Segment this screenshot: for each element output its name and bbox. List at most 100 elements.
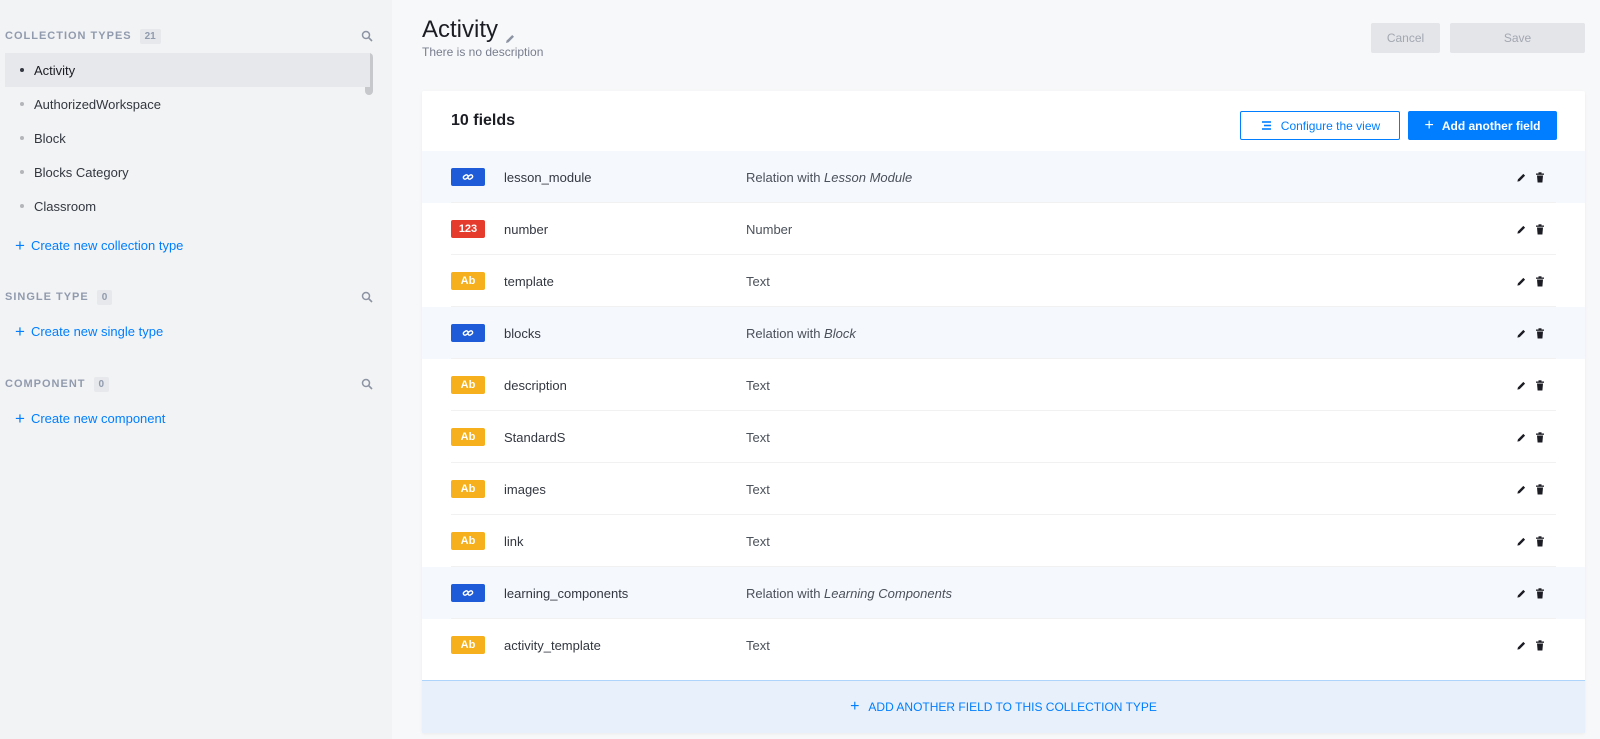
create-collection-type-label: Create new collection type	[30, 238, 184, 253]
relation-target: Block	[824, 325, 856, 341]
edit-icon[interactable]	[1516, 328, 1527, 339]
single-type-title: SINGLE TYPE	[5, 291, 89, 303]
edit-icon[interactable]	[1516, 276, 1527, 287]
component-header: COMPONENT 0	[5, 374, 375, 394]
collection-types-list: Activity AuthorizedWorkspace Block Block…	[5, 53, 370, 223]
search-icon[interactable]	[361, 29, 375, 43]
create-single-type-label: Create new single type	[30, 324, 164, 339]
edit-icon[interactable]	[504, 24, 516, 43]
sidebar-item-classroom[interactable]: Classroom	[5, 189, 370, 223]
table-row[interactable]: learning_components Relation with Learnin…	[422, 567, 1585, 619]
field-type-label: Text	[746, 429, 770, 445]
create-single-type-link[interactable]: + Create new single type	[15, 323, 163, 340]
fields-count: 10 fields	[451, 112, 516, 129]
bullet-icon	[20, 68, 24, 72]
edit-icon[interactable]	[1516, 172, 1527, 183]
table-row[interactable]: Ab description Text	[422, 359, 1585, 411]
row-actions	[1516, 223, 1545, 235]
create-collection-type-link[interactable]: + Create new collection type	[15, 237, 183, 254]
trash-icon[interactable]	[1535, 327, 1545, 339]
configure-view-button[interactable]: Configure the view	[1240, 111, 1400, 140]
plus-icon: +	[850, 698, 860, 715]
table-row[interactable]: Ab link Text	[422, 515, 1585, 567]
plus-icon: +	[15, 236, 25, 255]
save-button[interactable]: Save	[1450, 23, 1585, 53]
collection-types-title: COLLECTION TYPES	[5, 30, 132, 42]
trash-icon[interactable]	[1535, 639, 1545, 651]
table-row[interactable]: 123 number Number	[422, 203, 1585, 255]
field-type: Relation with Learning Components	[746, 586, 952, 601]
sidebar-item-blocks-category[interactable]: Blocks Category	[5, 155, 370, 189]
table-row[interactable]: Ab images Text	[422, 463, 1585, 515]
field-name: number	[504, 221, 549, 237]
trash-icon[interactable]	[1535, 535, 1545, 547]
cancel-button[interactable]: Cancel	[1371, 23, 1440, 53]
configure-icon	[1261, 121, 1271, 130]
sidebar-item-block[interactable]: Block	[5, 121, 370, 155]
edit-icon[interactable]	[1516, 484, 1527, 495]
fields-table: lesson_module Relation with Lesson Module…	[422, 151, 1585, 671]
trash-icon[interactable]	[1535, 171, 1545, 183]
edit-icon[interactable]	[1516, 380, 1527, 391]
bullet-icon	[20, 170, 24, 174]
row-actions	[1516, 587, 1545, 599]
sidebar-item-activity[interactable]: Activity	[5, 53, 370, 87]
field-name: blocks	[504, 325, 541, 341]
relation-icon	[451, 168, 485, 186]
bullet-icon	[20, 136, 24, 140]
collection-types-header: COLLECTION TYPES 21	[5, 26, 375, 46]
field-name: link	[504, 533, 524, 549]
row-actions	[1516, 379, 1545, 391]
text-type-icon: Ab	[451, 480, 485, 498]
field-type-label: Text	[746, 377, 770, 393]
sidebar-item-label: Classroom	[34, 198, 97, 214]
add-field-bottom-button[interactable]: + ADD ANOTHER FIELD TO THIS COLLECTION T…	[422, 680, 1585, 733]
field-type: Text	[746, 274, 770, 289]
field-type: Text	[746, 638, 770, 653]
field-name: activity_template	[504, 637, 601, 653]
add-field-bottom-label: ADD ANOTHER FIELD TO THIS COLLECTION TYP…	[868, 700, 1157, 714]
plus-icon: +	[15, 409, 25, 428]
table-row[interactable]: Ab activity_template Text	[422, 619, 1585, 671]
search-icon[interactable]	[361, 377, 375, 391]
field-type-label: Relation with	[746, 585, 825, 601]
table-row[interactable]: Ab StandardS Text	[422, 411, 1585, 463]
relation-icon	[451, 584, 485, 602]
edit-icon[interactable]	[1516, 224, 1527, 235]
add-another-field-button[interactable]: + Add another field	[1408, 111, 1557, 140]
row-actions	[1516, 483, 1545, 495]
sidebar-item-authorizedworkspace[interactable]: AuthorizedWorkspace	[5, 87, 370, 121]
create-component-label: Create new component	[30, 411, 166, 426]
trash-icon[interactable]	[1535, 587, 1545, 599]
sidebar-item-label: Block	[34, 130, 66, 146]
page-title-text: Activity	[422, 16, 499, 43]
field-type-label: Text	[746, 273, 770, 289]
text-type-icon: Ab	[451, 636, 485, 654]
field-type: Number	[746, 222, 792, 237]
edit-icon[interactable]	[1516, 536, 1527, 547]
field-type-label: Relation with	[746, 325, 825, 341]
trash-icon[interactable]	[1535, 483, 1545, 495]
text-type-icon: Ab	[451, 532, 485, 550]
field-name: learning_components	[504, 585, 629, 601]
edit-icon[interactable]	[1516, 432, 1527, 443]
trash-icon[interactable]	[1535, 223, 1545, 235]
row-actions	[1516, 171, 1545, 183]
trash-icon[interactable]	[1535, 379, 1545, 391]
edit-icon[interactable]	[1516, 640, 1527, 651]
create-component-link[interactable]: + Create new component	[15, 410, 165, 427]
trash-icon[interactable]	[1535, 431, 1545, 443]
row-actions	[1516, 535, 1545, 547]
table-row[interactable]: blocks Relation with Block	[422, 307, 1585, 359]
table-row[interactable]: Ab template Text	[422, 255, 1585, 307]
search-icon[interactable]	[361, 290, 375, 304]
sidebar-item-label: Blocks Category	[34, 164, 129, 180]
table-row[interactable]: lesson_module Relation with Lesson Module	[422, 151, 1585, 203]
add-another-field-label: Add another field	[1441, 118, 1541, 133]
collection-types-count: 21	[139, 28, 161, 44]
trash-icon[interactable]	[1535, 275, 1545, 287]
edit-icon[interactable]	[1516, 588, 1527, 599]
bullet-icon	[20, 102, 24, 106]
sidebar-item-label: Activity	[34, 62, 76, 78]
single-type-count: 0	[96, 289, 113, 305]
